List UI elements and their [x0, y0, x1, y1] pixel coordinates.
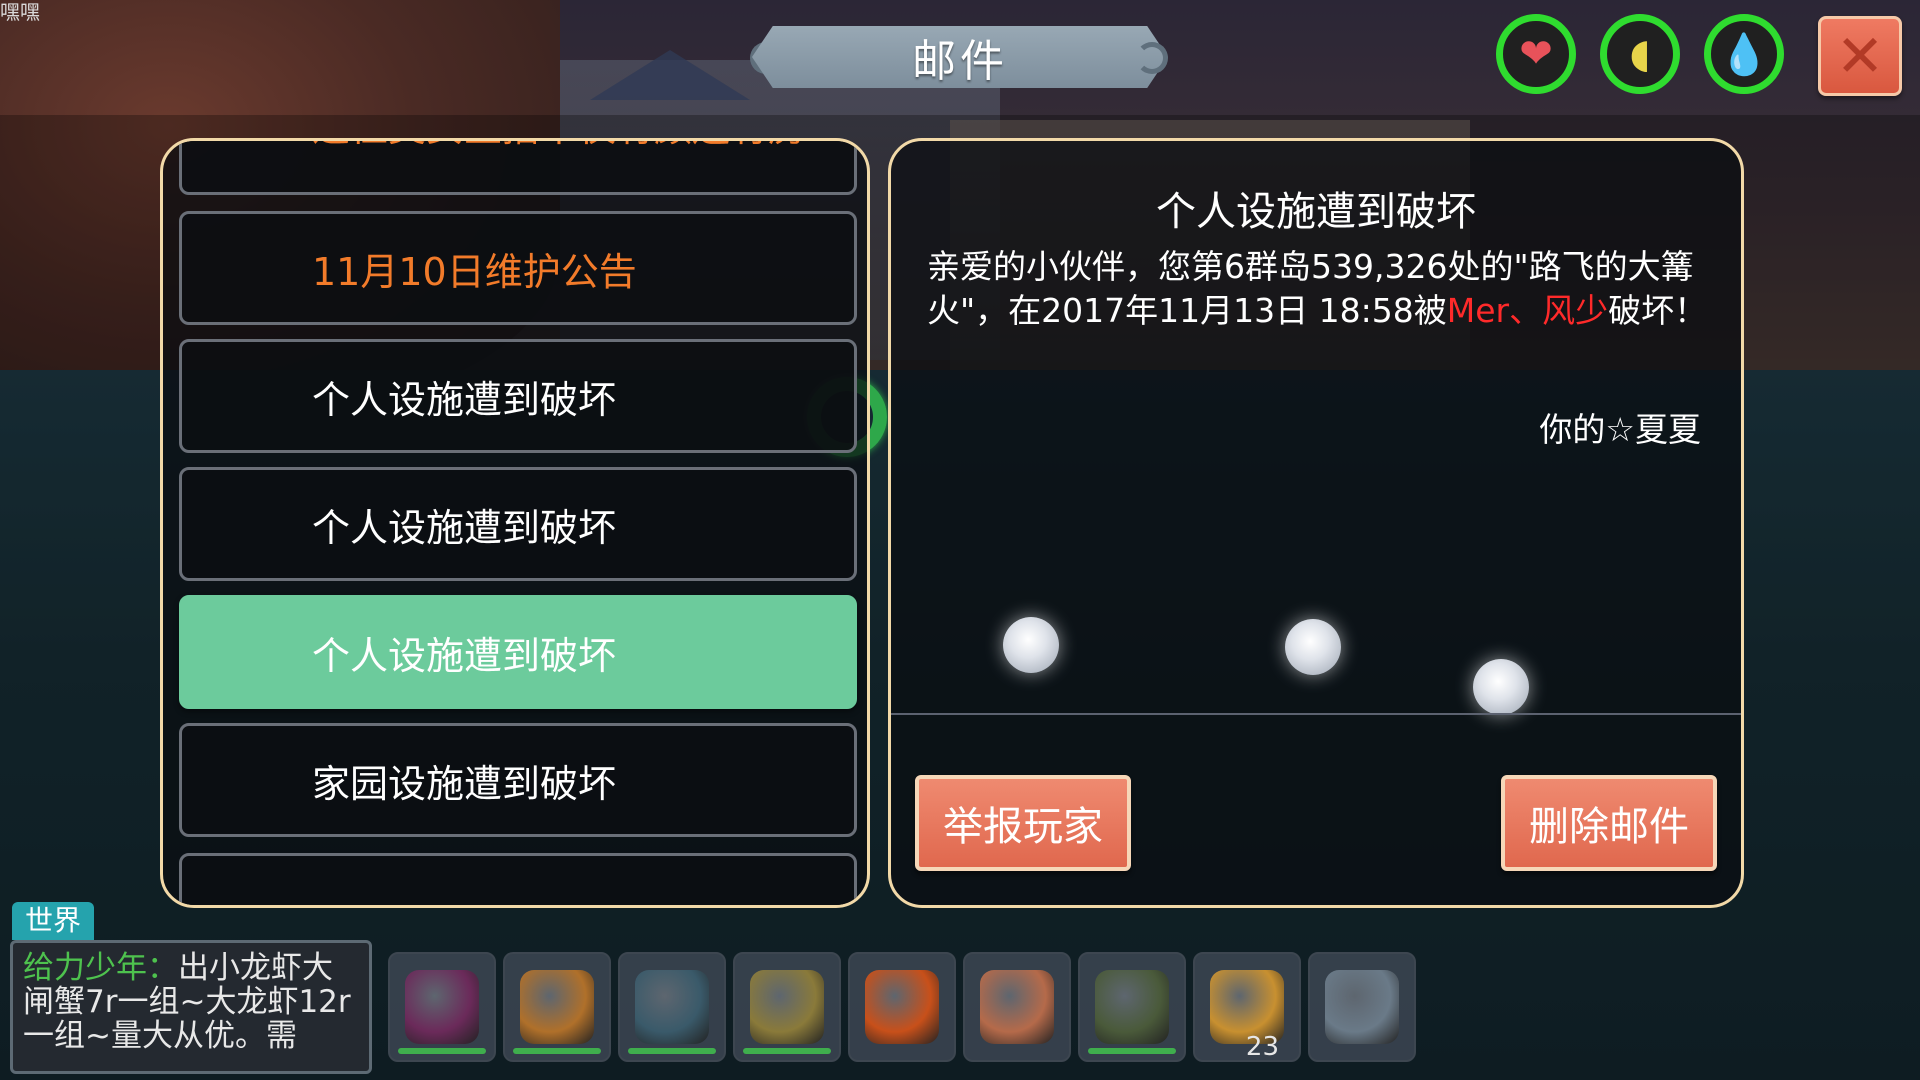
- mail-item-label: 这位美女主播不仅有颜还有房: [312, 141, 806, 152]
- hotbar-slot[interactable]: [733, 952, 841, 1062]
- light-orb-icon: [1473, 659, 1529, 715]
- mail-body: 亲爱的小伙伴，您第6群岛539,326处的"路飞的大篝火"，在2017年11月1…: [927, 245, 1717, 333]
- hotbar-slot[interactable]: [503, 952, 611, 1062]
- gourd-icon: [520, 970, 594, 1044]
- hotbar-slot[interactable]: [963, 952, 1071, 1062]
- delete-mail-button[interactable]: 删除邮件: [1501, 775, 1717, 871]
- mail-item-label: 11月10日维护公告: [312, 249, 637, 294]
- durability-bar: [628, 1048, 716, 1054]
- pickaxe-icon: [1095, 970, 1169, 1044]
- mail-item[interactable]: 家园设施遭到破坏: [179, 723, 857, 837]
- scythe-icon: [405, 970, 479, 1044]
- hotbar-slot[interactable]: [848, 952, 956, 1062]
- hotbar-slot[interactable]: [618, 952, 726, 1062]
- chat-sender: 给力少年：: [23, 950, 178, 986]
- food-icon[interactable]: ◖: [1600, 14, 1680, 94]
- corner-label: 嘿嘿: [0, 0, 40, 24]
- mail-item[interactable]: [179, 853, 857, 905]
- hotbar-slot[interactable]: [388, 952, 496, 1062]
- mail-title: 个人设施遭到破坏: [1156, 189, 1476, 235]
- mail-signature: 你的☆夏夏: [1539, 410, 1701, 449]
- item-count: 23: [1245, 1032, 1279, 1062]
- hotbar-slot[interactable]: 23: [1193, 952, 1301, 1062]
- staff-icon: [635, 970, 709, 1044]
- water-icon[interactable]: 💧: [1704, 14, 1784, 94]
- background-roof: [590, 50, 750, 100]
- hotbar-slot[interactable]: [1078, 952, 1186, 1062]
- chat-box[interactable]: 给力少年：出小龙虾大闸蟹7r一组~大龙虾12r一组~量大从优。需: [10, 940, 372, 1074]
- stone-icon: [1325, 970, 1399, 1044]
- report-player-button[interactable]: 举报玩家: [915, 775, 1131, 871]
- swirl-ornament-icon: [1136, 42, 1168, 74]
- mail-item-label: 个人设施遭到破坏: [312, 505, 617, 550]
- hotbar-slot[interactable]: [1308, 952, 1416, 1062]
- divider: [891, 713, 1741, 715]
- mail-item-label: 个人设施遭到破坏: [312, 377, 617, 422]
- attacker-name: Mer、风少: [1446, 291, 1609, 330]
- durability-bar: [1088, 1048, 1176, 1054]
- window-title: 邮件: [912, 36, 1008, 87]
- durability-bar: [398, 1048, 486, 1054]
- mail-list: 这位美女主播不仅有颜还有房 11月10日维护公告 个人设施遭到破坏 个人设施遭到…: [163, 141, 867, 905]
- mail-body-text: 破坏！: [1608, 291, 1708, 330]
- mail-item[interactable]: 个人设施遭到破坏: [179, 339, 857, 453]
- bow-icon: [750, 970, 824, 1044]
- durability-bar: [743, 1048, 831, 1054]
- mail-item[interactable]: 11月10日维护公告: [179, 211, 857, 325]
- heart-icon[interactable]: ❤: [1496, 14, 1576, 94]
- durability-bar: [513, 1048, 601, 1054]
- light-orb-icon: [1003, 617, 1059, 673]
- close-button[interactable]: ✕: [1818, 16, 1902, 96]
- title-banner: 邮件: [752, 26, 1168, 88]
- light-orb-icon: [1285, 619, 1341, 675]
- mail-detail-panel: 个人设施遭到破坏 亲爱的小伙伴，您第6群岛539,326处的"路飞的大篝火"，在…: [888, 138, 1744, 908]
- chat-channel-tab[interactable]: 世界: [12, 902, 94, 940]
- mail-item[interactable]: 个人设施遭到破坏: [179, 467, 857, 581]
- mail-item[interactable]: 这位美女主播不仅有颜还有房: [179, 141, 857, 195]
- mail-item-label: 家园设施遭到破坏: [312, 761, 617, 806]
- boat-icon: [980, 970, 1054, 1044]
- campfire-icon: [865, 970, 939, 1044]
- mail-list-panel[interactable]: 这位美女主播不仅有颜还有房 11月10日维护公告 个人设施遭到破坏 个人设施遭到…: [160, 138, 870, 908]
- mail-item-label: 个人设施遭到破坏: [312, 633, 617, 678]
- mail-item-selected[interactable]: 个人设施遭到破坏: [179, 595, 857, 709]
